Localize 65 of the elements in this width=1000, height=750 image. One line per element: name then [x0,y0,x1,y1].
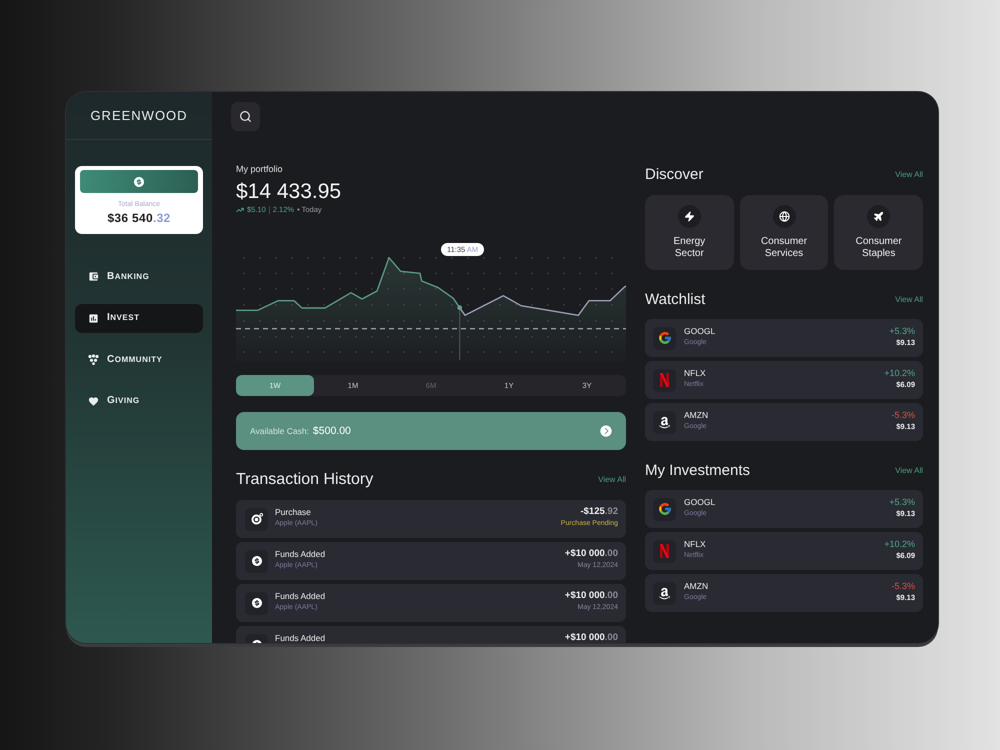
price-change: -5.3% [891,581,915,591]
balance-amount: $36 540.32 [107,211,171,225]
nav-item[interactable]: BANKING [75,262,203,291]
portfolio-value: $14 433.95 [236,180,342,204]
transaction-amount: -$125.92 [580,507,618,517]
trend-up-icon [236,206,244,214]
search-button[interactable] [231,102,260,130]
g-logo-icon [653,498,676,520]
airplane-icon [867,205,890,228]
cash-label: Available Cash: [250,426,309,436]
stock-ticker: NFLX [684,368,706,378]
stock-ticker: NFLX [684,539,706,549]
transaction-amount: +$10 000.00 [564,633,618,643]
stock-ticker: AMZN [684,581,708,591]
dollar-coin-icon [133,176,145,188]
price-change: +5.3% [889,497,915,507]
wallet-icon [88,271,99,282]
transaction-title: Funds Added [275,633,326,643]
heart-icon [88,396,99,406]
category-card[interactable]: Consumer Staples [834,195,924,270]
stock-ticker: GOOGL [684,497,716,507]
view-all-link[interactable]: View All [895,295,923,305]
transaction-amount: +$10 000.00 [564,591,618,601]
section-title: Transaction History [236,471,374,489]
g-logo-icon [653,326,676,350]
section-title: My Investments [645,462,750,480]
section-title: Watchlist [645,291,706,309]
n-logo-icon [653,540,676,562]
transaction-title: Purchase [275,507,312,517]
cash-amount: $500.00 [312,424,351,438]
search-icon [239,110,252,122]
price-change: -5.3% [891,410,915,420]
portfolio-label: My portfolio [236,164,284,175]
stock-ticker: AMZN [684,410,708,420]
chart-icon [88,312,99,324]
brand-logo: GREENWOOD [90,108,188,123]
price-change: +5.3% [889,326,915,336]
transaction-title: Funds Added [275,591,326,601]
globe-icon [772,205,796,228]
a-logo-icon [653,582,676,604]
nav-item[interactable]: INVEST [75,304,203,332]
a-logo-icon [653,410,676,434]
coin-icon [245,508,268,530]
nav-item[interactable]: GIVING [75,386,203,416]
view-all-link[interactable]: View All [895,466,923,476]
view-all-link[interactable]: View All [895,170,923,180]
nav-item[interactable]: COMMUNITY [75,345,203,374]
chevron-right-icon[interactable] [599,424,613,438]
lightning-icon [678,205,701,228]
cursor-line [459,307,460,360]
stock-ticker: GOOGL [684,326,716,336]
chart-point [457,305,462,310]
category-card[interactable]: Consumer Services [740,195,828,270]
transaction-amount: +$10 000.00 [564,549,618,559]
transaction-row[interactable]: Funds Added +$10 000.00 [236,626,626,643]
view-all-link[interactable]: View All [598,475,626,485]
price-change: +10.2% [884,368,915,378]
price-change: +10.2% [884,539,915,549]
n-logo-icon [653,368,676,392]
people-icon [88,354,99,365]
dollar-coin-icon [245,550,268,572]
dollar-coin-icon [245,592,268,614]
section-title: Discover [645,166,704,184]
transaction-title: Funds Added [275,549,326,559]
category-card[interactable]: Energy Sector [645,195,734,270]
